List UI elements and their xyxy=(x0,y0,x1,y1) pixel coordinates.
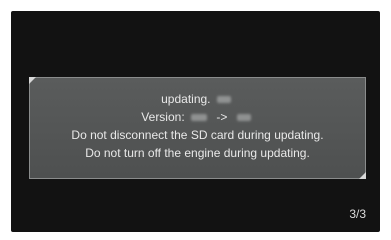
version-label: Version: xyxy=(141,110,185,124)
progress-value-redacted xyxy=(216,96,231,104)
update-status-label: updating. xyxy=(161,92,211,106)
current-version-redacted xyxy=(191,114,207,122)
device-screen: updating. Version: -> Do not disconnect … xyxy=(11,11,380,232)
dialog-corner-bottom-right xyxy=(359,172,366,179)
new-version-redacted xyxy=(236,114,251,122)
dialog-corner-top-left xyxy=(29,77,36,84)
update-status-line: updating. xyxy=(30,90,365,108)
page-indicator: 3/3 xyxy=(349,207,366,221)
version-line: Version: -> xyxy=(30,108,365,126)
sd-card-warning: Do not disconnect the SD card during upd… xyxy=(71,128,324,142)
version-arrow: -> xyxy=(216,110,228,124)
update-dialog: updating. Version: -> Do not disconnect … xyxy=(29,77,366,179)
engine-warning: Do not turn off the engine during updati… xyxy=(85,146,310,160)
